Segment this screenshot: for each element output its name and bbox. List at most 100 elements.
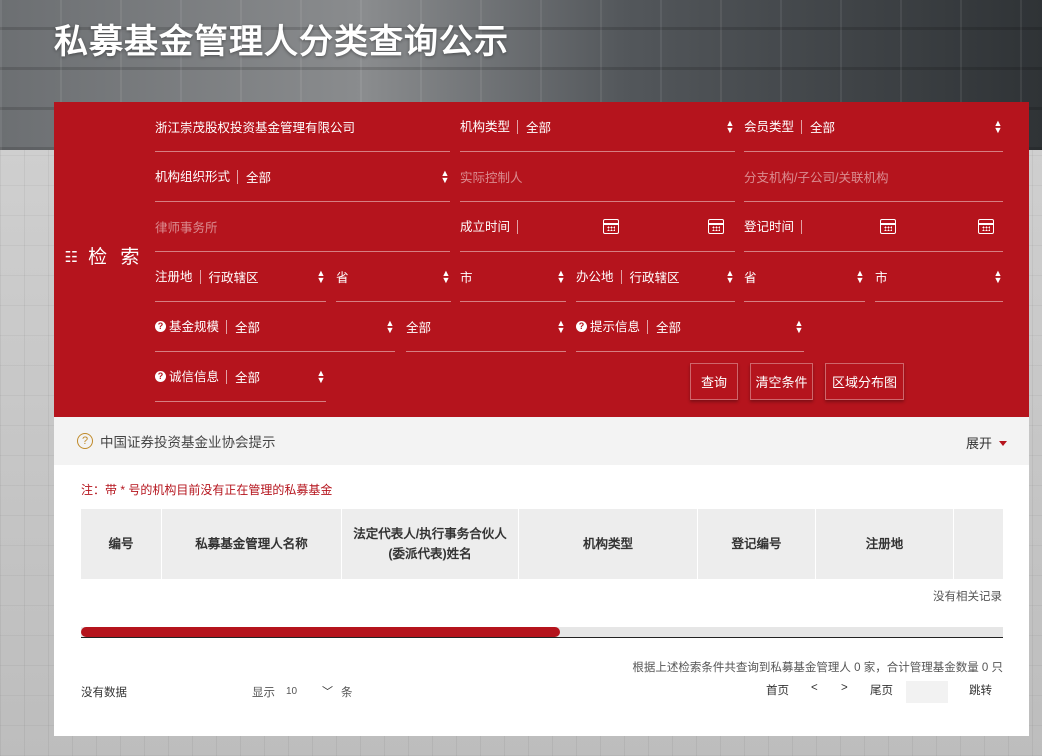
org-type-select[interactable]: 机构类型 全部 ▲ ▼ bbox=[460, 102, 735, 152]
results-panel: ? 中国证券投资基金业协会提示 展开 注：带 * 号的机构目前没有正在管理的私募… bbox=[54, 417, 1029, 736]
chevron-down-icon: ﹀ bbox=[322, 686, 333, 698]
credit-info-value: 全部 bbox=[235, 371, 261, 385]
reg-place-select[interactable]: 注册地 行政辖区 ▲ ▼ bbox=[155, 252, 326, 302]
credit-info-select[interactable]: ? 诚信信息 全部 ▲ ▼ bbox=[155, 352, 326, 402]
hint-info-value: 全部 bbox=[656, 321, 682, 335]
scrollbar-thumb[interactable] bbox=[81, 627, 561, 637]
calendar-icon[interactable] bbox=[880, 219, 896, 234]
sort-arrows-icon: ▲ ▼ bbox=[556, 268, 566, 285]
sort-arrows-icon: ▲ ▼ bbox=[993, 118, 1003, 135]
fund-scale-value: 全部 bbox=[235, 321, 261, 335]
page-size-value: 10 bbox=[286, 686, 298, 697]
column-header-reg-number[interactable]: 登记编号 bbox=[698, 509, 816, 579]
notice-text: 中国证券投资基金业协会提示 bbox=[100, 435, 276, 450]
page-size-select[interactable]: 10 ﹀ bbox=[283, 685, 333, 699]
last-page-link[interactable]: 尾页 bbox=[870, 682, 893, 698]
expand-toggle[interactable]: 展开 bbox=[966, 433, 1007, 452]
table-header: 编号 私募基金管理人名称 法定代表人/执行事务合伙人 (委派代表)姓名 机构类型… bbox=[81, 509, 1003, 579]
keyword-value: 浙江崇茂股权投资基金管理有限公司 bbox=[155, 121, 356, 135]
column-header-manager-name[interactable]: 私募基金管理人名称 bbox=[162, 509, 342, 579]
sort-arrows-icon: ▲ ▼ bbox=[316, 268, 326, 285]
question-icon: ? bbox=[77, 433, 93, 449]
office-province-select[interactable]: 省 ▲ ▼ bbox=[744, 252, 865, 302]
column-header-id[interactable]: 编号 bbox=[81, 509, 162, 579]
sort-arrows-icon: ▲ ▼ bbox=[794, 318, 804, 335]
empty-table-message: 没有相关记录 bbox=[933, 591, 1002, 603]
first-page-link[interactable]: 首页 bbox=[766, 682, 789, 698]
region-map-button[interactable]: 区域分布图 bbox=[825, 363, 904, 400]
query-button[interactable]: 查询 bbox=[690, 363, 738, 400]
calendar-icon[interactable] bbox=[978, 219, 994, 234]
expand-label: 展开 bbox=[965, 436, 992, 451]
column-header-legal-rep-line1: 法定代表人/执行事务合伙人 bbox=[353, 527, 507, 541]
branch-input[interactable]: 分支机构/子公司/关联机构 bbox=[744, 152, 1003, 202]
reg-place-label: 注册地 bbox=[155, 269, 201, 284]
column-header-legal-rep[interactable]: 法定代表人/执行事务合伙人 (委派代表)姓名 bbox=[342, 509, 519, 579]
sort-arrows-icon: ▲ ▼ bbox=[725, 118, 735, 135]
help-icon[interactable]: ? bbox=[155, 371, 166, 382]
reg-province-value: 省 bbox=[336, 271, 349, 285]
jump-button[interactable]: 跳转 bbox=[969, 682, 992, 698]
sort-arrows-icon: ▲ ▼ bbox=[385, 318, 395, 335]
notice-bar[interactable]: ? 中国证券投资基金业协会提示 展开 bbox=[54, 417, 1029, 465]
prev-page-link[interactable]: < bbox=[811, 682, 818, 694]
sort-arrows-icon: ▲ ▼ bbox=[316, 368, 326, 385]
reg-city-select[interactable]: 市 ▲ ▼ bbox=[460, 252, 566, 302]
office-city-select[interactable]: 市 ▲ ▼ bbox=[875, 252, 1003, 302]
org-type-label: 机构类型 bbox=[460, 119, 519, 134]
reg-place-value: 行政辖区 bbox=[208, 271, 259, 285]
page-number-input[interactable] bbox=[906, 681, 948, 703]
sort-arrows-icon: ▲ ▼ bbox=[725, 268, 735, 285]
filter-icon: ☷ bbox=[64, 249, 83, 266]
fund-scale-select[interactable]: ? 基金规模 全部 ▲ ▼ bbox=[155, 302, 395, 352]
caret-down-icon bbox=[999, 441, 1007, 446]
fund-scale-label: 基金规模 bbox=[169, 319, 228, 334]
horizontal-scrollbar[interactable] bbox=[81, 627, 1003, 638]
hint-info-select[interactable]: ? 提示信息 全部 ▲ ▼ bbox=[576, 302, 804, 352]
help-icon[interactable]: ? bbox=[576, 321, 587, 332]
calendar-icon[interactable] bbox=[603, 219, 619, 234]
office-place-select[interactable]: 办公地 行政辖区 ▲ ▼ bbox=[576, 252, 735, 302]
established-label: 成立时间 bbox=[460, 219, 519, 234]
controller-input[interactable]: 实际控制人 bbox=[460, 152, 735, 202]
page-size-control: 显示 10 ﹀ 条 bbox=[252, 684, 353, 700]
next-page-link[interactable]: > bbox=[841, 682, 848, 694]
help-icon[interactable]: ? bbox=[155, 321, 166, 332]
sort-arrows-icon: ▲ ▼ bbox=[440, 168, 450, 185]
unit-label: 条 bbox=[341, 687, 353, 699]
member-type-select[interactable]: 会员类型 全部 ▲ ▼ bbox=[744, 102, 1003, 152]
member-type-label: 会员类型 bbox=[744, 119, 803, 134]
member-type-value: 全部 bbox=[810, 121, 836, 135]
registered-date-range[interactable]: 登记时间 bbox=[744, 202, 1003, 252]
law-firm-input[interactable]: 律师事务所 bbox=[155, 202, 450, 252]
column-header-org-type[interactable]: 机构类型 bbox=[519, 509, 698, 579]
org-type-value: 全部 bbox=[526, 121, 552, 135]
fund-scale-select-2[interactable]: 全部 ▲ ▼ bbox=[406, 302, 566, 352]
hint-info-label: 提示信息 bbox=[590, 319, 649, 334]
result-summary: 根据上述检索条件共查询到私募基金管理人 0 家，合计管理基金数量 0 只 bbox=[632, 662, 1003, 674]
column-header-legal-rep-line2: (委派代表)姓名 bbox=[388, 547, 472, 561]
column-header-reg-place[interactable]: 注册地 bbox=[816, 509, 954, 579]
org-form-label: 机构组织形式 bbox=[155, 169, 239, 184]
sort-arrows-icon: ▲ ▼ bbox=[855, 268, 865, 285]
registered-label: 登记时间 bbox=[744, 219, 803, 234]
law-firm-placeholder: 律师事务所 bbox=[155, 221, 218, 235]
credit-info-label: 诚信信息 bbox=[169, 369, 228, 384]
sort-arrows-icon: ▲ ▼ bbox=[441, 268, 451, 285]
reg-city-value: 市 bbox=[460, 271, 473, 285]
show-label: 显示 bbox=[252, 687, 275, 699]
branch-placeholder: 分支机构/子公司/关联机构 bbox=[744, 171, 889, 185]
sort-arrows-icon: ▲ ▼ bbox=[993, 268, 1003, 285]
reg-province-select[interactable]: 省 ▲ ▼ bbox=[336, 252, 451, 302]
org-form-select[interactable]: 机构组织形式 全部 ▲ ▼ bbox=[155, 152, 450, 202]
office-place-value: 行政辖区 bbox=[629, 271, 680, 285]
org-form-value: 全部 bbox=[246, 171, 272, 185]
calendar-icon[interactable] bbox=[708, 219, 724, 234]
clear-conditions-button[interactable]: 清空条件 bbox=[750, 363, 813, 400]
keyword-input[interactable]: 浙江崇茂股权投资基金管理有限公司 bbox=[155, 102, 450, 152]
no-data-text: 没有数据 bbox=[81, 687, 127, 699]
established-date-range[interactable]: 成立时间 bbox=[460, 202, 735, 252]
sort-arrows-icon: ▲ ▼ bbox=[556, 318, 566, 335]
controller-placeholder: 实际控制人 bbox=[460, 171, 523, 185]
office-city-value: 市 bbox=[875, 271, 888, 285]
